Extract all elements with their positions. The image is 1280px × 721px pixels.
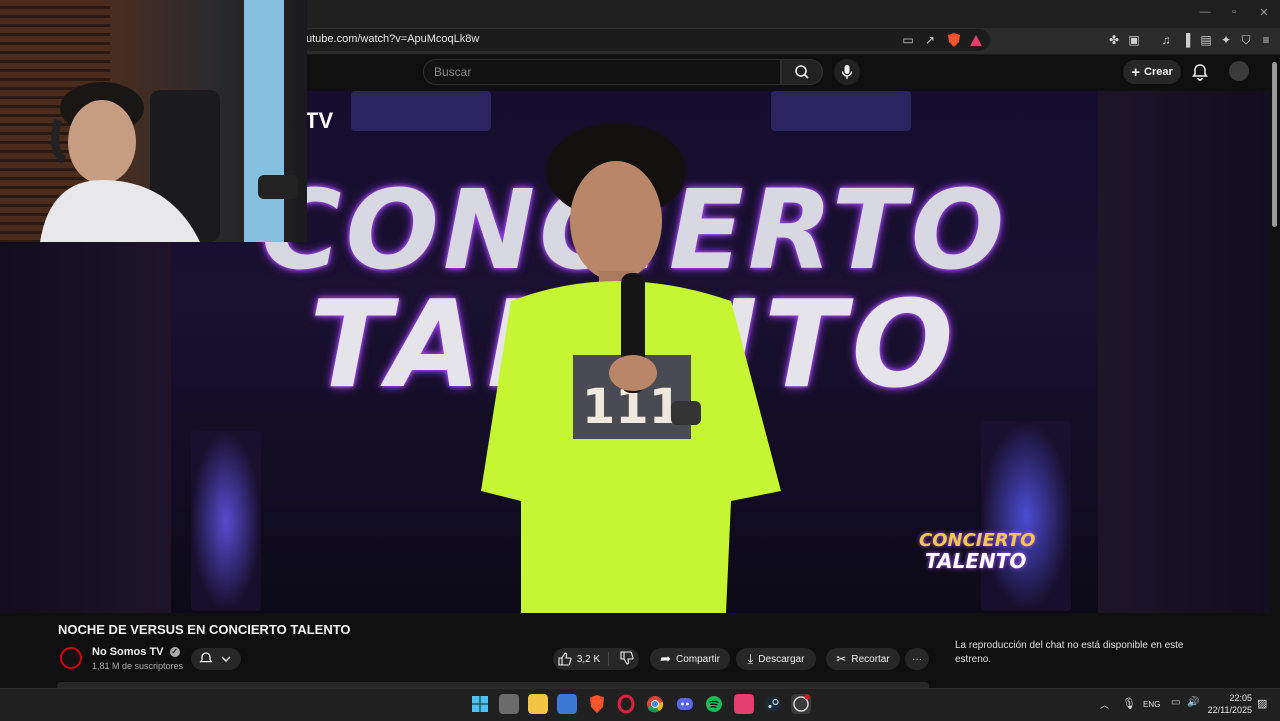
subscriber-count: 1,81 M de suscriptores bbox=[92, 661, 184, 671]
clock-time[interactable]: 22:05 bbox=[1222, 693, 1252, 703]
tray-overflow-icon[interactable]: ︿ bbox=[1100, 698, 1109, 711]
tray-mic-icon[interactable]: 🎙 bbox=[1122, 697, 1136, 710]
menu-icon[interactable]: ≡ bbox=[1258, 32, 1274, 48]
more-icon: ··· bbox=[912, 653, 922, 665]
video-backdrop-right bbox=[1098, 91, 1270, 613]
plus-icon: + bbox=[1131, 63, 1140, 81]
leo-ai-icon[interactable]: ✦ bbox=[1218, 32, 1234, 48]
channel-avatar[interactable] bbox=[60, 647, 82, 669]
voice-search-button[interactable] bbox=[834, 59, 860, 85]
window-light bbox=[244, 0, 284, 242]
wallet-icon[interactable]: ▤ bbox=[1198, 32, 1214, 48]
url-text[interactable]: utube.com/watch?v=ApuMcoqLk8w bbox=[306, 33, 479, 45]
task-view-icon[interactable] bbox=[499, 694, 519, 714]
video-watermark-channel: TV bbox=[305, 108, 334, 133]
opera-icon[interactable] bbox=[616, 694, 636, 714]
cast-icon[interactable]: ▭ bbox=[900, 32, 916, 48]
channel-name[interactable]: No Somos TV ✓ bbox=[92, 646, 180, 658]
brave-icon[interactable] bbox=[587, 694, 607, 714]
sidebar-icon[interactable]: ▐ bbox=[1178, 32, 1194, 48]
screenshot-icon[interactable]: ▣ bbox=[1126, 32, 1142, 48]
brave-shields-icon[interactable] bbox=[946, 32, 962, 48]
search-icon bbox=[795, 65, 809, 79]
network-icon[interactable]: ▭ bbox=[1171, 697, 1180, 708]
performer-figure: 111 bbox=[481, 123, 781, 613]
keyboard-language[interactable]: ENG bbox=[1143, 700, 1160, 709]
search-input[interactable]: Buscar bbox=[423, 59, 781, 85]
chrome-icon[interactable] bbox=[645, 694, 665, 714]
notifications-icon[interactable]: ▨ bbox=[1257, 697, 1267, 710]
subscription-notifications-button[interactable] bbox=[191, 648, 241, 670]
store-icon[interactable] bbox=[557, 694, 577, 714]
video-title: NOCHE DE VERSUS EN CONCIERTO TALENTO bbox=[58, 622, 351, 637]
dislike-button[interactable] bbox=[614, 650, 634, 668]
webcam-overlay bbox=[0, 0, 307, 242]
spotify-icon[interactable] bbox=[704, 694, 724, 714]
stage-light bbox=[191, 431, 261, 611]
close-icon[interactable]: ✕ bbox=[1255, 6, 1273, 22]
obs-icon[interactable] bbox=[791, 694, 811, 714]
stage-light bbox=[351, 91, 491, 131]
brave-rewards-icon[interactable] bbox=[968, 32, 984, 48]
chat-unavailable-note: La reproducción del chat no está disponi… bbox=[955, 640, 1184, 665]
search-button[interactable] bbox=[781, 59, 823, 85]
like-dislike-group: 3,2 K bbox=[553, 648, 639, 670]
share-page-icon[interactable]: ↗ bbox=[922, 32, 938, 48]
video-player[interactable]: CONCIERTO TALENTO 111 CONCIERTO TALENTO bbox=[171, 91, 1098, 613]
scissors-icon: ✂ bbox=[836, 652, 847, 666]
share-icon: ➦ bbox=[660, 651, 671, 666]
clip-button[interactable]: ✂ Recortar bbox=[826, 648, 900, 670]
minimize-icon[interactable]: — bbox=[1196, 6, 1214, 22]
download-label: Descargar bbox=[758, 653, 805, 665]
streamer-figure bbox=[40, 82, 200, 242]
extensions-icon[interactable]: ✤ bbox=[1106, 32, 1122, 48]
like-button[interactable]: 3,2 K bbox=[558, 652, 610, 666]
notifications-bell-icon[interactable] bbox=[1190, 62, 1210, 82]
volume-icon[interactable]: 🔊 bbox=[1187, 697, 1199, 708]
stage-light bbox=[981, 421, 1071, 611]
download-icon: ⤓ bbox=[747, 651, 754, 666]
share-label: Compartir bbox=[676, 653, 720, 665]
like-count: 3,2 K bbox=[576, 653, 601, 665]
user-avatar[interactable] bbox=[1229, 61, 1249, 81]
file-explorer-icon[interactable] bbox=[528, 694, 548, 714]
windows-start-icon[interactable] bbox=[470, 694, 490, 714]
microphone-arm bbox=[258, 175, 298, 199]
share-button[interactable]: ➦ Compartir bbox=[650, 648, 730, 670]
more-actions-button[interactable]: ··· bbox=[905, 648, 929, 670]
app-icon[interactable] bbox=[734, 694, 754, 714]
create-label: Crear bbox=[1144, 66, 1173, 78]
stage-light bbox=[771, 91, 911, 131]
verified-icon: ✓ bbox=[169, 647, 180, 658]
vpn-icon[interactable]: ⛉ bbox=[1238, 32, 1254, 48]
maximize-icon[interactable]: ▫ bbox=[1225, 6, 1243, 22]
microphone-icon bbox=[841, 65, 853, 79]
concierto-talento-logo: CONCIERTO TALENTO bbox=[919, 530, 1036, 573]
discord-icon[interactable] bbox=[675, 694, 695, 714]
bell-chevron-icon bbox=[199, 652, 231, 663]
channel-name-text: No Somos TV bbox=[92, 646, 164, 658]
thumbs-up-icon bbox=[558, 652, 572, 666]
thumbs-down-icon bbox=[620, 650, 634, 665]
clip-label: Recortar bbox=[851, 653, 890, 665]
scrollbar-thumb[interactable] bbox=[1272, 62, 1277, 227]
steam-icon[interactable] bbox=[763, 694, 783, 714]
create-button[interactable]: + Crear bbox=[1123, 60, 1181, 84]
windows-taskbar bbox=[0, 688, 1280, 721]
clock-date[interactable]: 22/11/2025 bbox=[1205, 705, 1252, 715]
media-icon[interactable]: ♫ bbox=[1158, 32, 1174, 48]
download-button[interactable]: ⤓ Descargar bbox=[736, 648, 816, 670]
